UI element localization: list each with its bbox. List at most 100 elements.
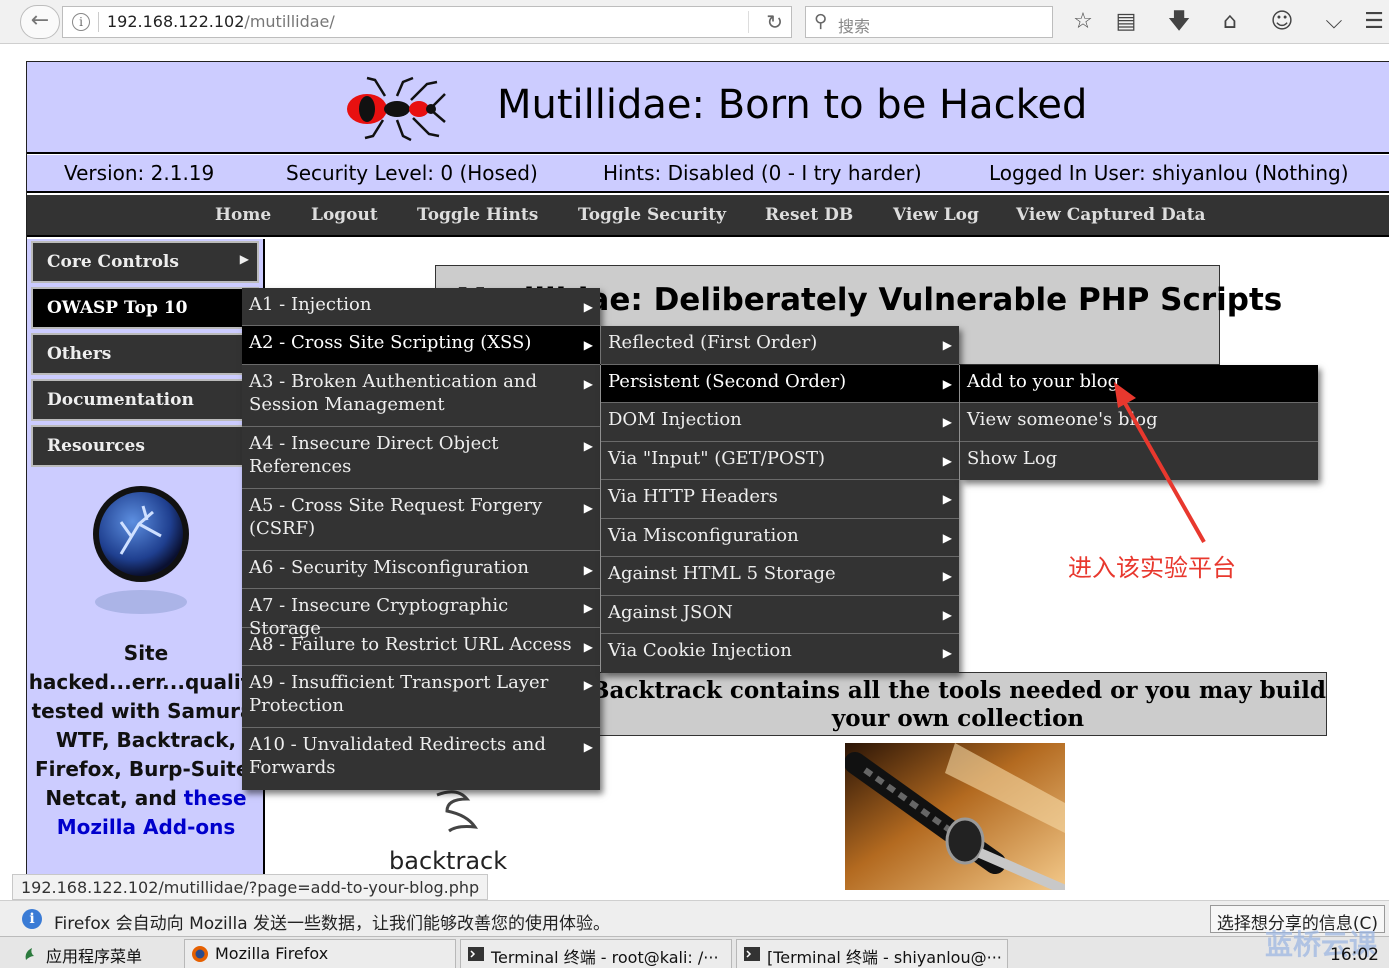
chevron-right-icon: ▶ <box>942 492 952 506</box>
menu-item-http-headers[interactable]: Via HTTP Headers ▶ <box>601 480 959 519</box>
task-terminal-root[interactable]: Terminal 终端 - root@kali: /··· <box>460 939 732 968</box>
katana-image[interactable] <box>845 743 1065 890</box>
menu-item-a3[interactable]: A3 - Broken Authentication and Session M… <box>242 365 600 427</box>
home-icon[interactable]: ⌂ <box>1215 7 1245 37</box>
clock: 16:02 <box>1330 945 1379 965</box>
nav-toggle-security[interactable]: Toggle Security <box>578 205 726 225</box>
apps-menu-button[interactable]: 应用程序菜单 <box>16 939 178 968</box>
ant-logo-icon <box>347 76 446 142</box>
chevron-right-icon: ▶ <box>583 439 593 453</box>
notification-text: Firefox 会自动向 Mozilla 发送一些数据，让我们能够改善您的使用体… <box>54 914 611 934</box>
menu-others[interactable]: Others <box>31 333 259 375</box>
menu-item-via-input-label: Via "Input" (GET/POST) <box>608 448 826 469</box>
menu-item-html5-storage-label: Against HTML 5 Storage <box>608 563 836 584</box>
backtrack-line-1: Backtrack contains all the tools needed … <box>590 677 1326 704</box>
menu-item-misconfiguration[interactable]: Via Misconfiguration ▶ <box>601 519 959 557</box>
menu-item-http-headers-label: Via HTTP Headers <box>608 486 778 507</box>
menu-item-a2[interactable]: A2 - Cross Site Scripting (XSS) ▶ <box>242 326 600 365</box>
menu-item-json[interactable]: Against JSON ▶ <box>601 596 959 634</box>
chevron-right-icon: ▶ <box>942 531 952 545</box>
menu-item-a10-label: A10 - Unvalidated Redirects and Forwards <box>249 734 546 778</box>
task-firefox-label: Mozilla Firefox <box>215 944 329 963</box>
chevron-right-icon: ▶ <box>583 300 593 314</box>
menu-item-via-input[interactable]: Via "Input" (GET/POST) ▶ <box>601 442 959 480</box>
chevron-right-icon: ▶ <box>942 646 952 660</box>
info-icon[interactable]: i <box>72 13 90 31</box>
menu-core-controls[interactable]: Core Controls ▶ <box>31 241 259 283</box>
backtrack-text: Backtrack contains all the tools needed … <box>588 677 1328 733</box>
hacked-line-6-text: Netcat, and <box>45 786 177 810</box>
mozilla-addons-link[interactable]: Mozilla Add-ons <box>57 815 236 839</box>
bookmark-star-icon[interactable]: ☆ <box>1068 7 1098 37</box>
menu-item-dom-injection[interactable]: DOM Injection ▶ <box>601 403 959 442</box>
back-icon[interactable]: ← <box>20 5 60 39</box>
chevron-right-icon: ▶ <box>583 601 593 615</box>
menu-item-persistent[interactable]: Persistent (Second Order) ▶ <box>601 365 959 403</box>
nav-logout[interactable]: Logout <box>311 205 378 225</box>
reload-divider <box>748 11 749 33</box>
chevron-right-icon: ▶ <box>583 678 593 692</box>
menu-item-a6-label: A6 - Security Misconfiguration <box>249 557 529 578</box>
url-text[interactable]: 192.168.122.102/mutillidae/ <box>107 12 335 31</box>
terminal-icon <box>468 947 484 961</box>
menu-item-a9[interactable]: A9 - Insufficient Transport Layer Protec… <box>242 666 600 728</box>
chevron-right-icon: ▶ <box>239 252 249 266</box>
menu-item-a8[interactable]: A8 - Failure to Restrict URL Access ▶ <box>242 628 600 666</box>
menu-documentation[interactable]: Documentation <box>31 379 259 421</box>
menu-item-a6[interactable]: A6 - Security Misconfiguration ▶ <box>242 551 600 589</box>
hacked-line-4: WTF, Backtrack, <box>55 728 237 752</box>
menu-resources[interactable]: Resources <box>31 425 259 467</box>
menu-item-reflected[interactable]: Reflected (First Order) ▶ <box>601 326 959 365</box>
hacked-line-3: tested with Samurai <box>31 699 261 723</box>
apps-menu-label: 应用程序菜单 <box>46 947 143 966</box>
menu-item-persistent-label: Persistent (Second Order) <box>608 371 847 392</box>
hacked-line-2: hacked...err...quality <box>28 670 264 694</box>
site-title: Mutillidae: Born to be Hacked <box>497 82 1088 128</box>
security-level-text: Security Level: 0 (Hosed) <box>286 161 538 185</box>
url-host: 192.168.122.102 <box>107 12 245 31</box>
backtrack-label: backtrack <box>389 847 508 875</box>
menu-item-a1[interactable]: A1 - Injection ▶ <box>242 288 600 326</box>
menu-item-reflected-label: Reflected (First Order) <box>608 332 818 353</box>
owasp-dropdown: A1 - Injection ▶ A2 - Cross Site Scriptin… <box>242 288 600 790</box>
task-firefox[interactable]: Mozilla Firefox <box>184 939 456 968</box>
nav-view-captured-data[interactable]: View Captured Data <box>1016 205 1206 225</box>
reading-list-icon[interactable]: ▤ <box>1111 7 1141 37</box>
menu-owasp-top-10[interactable]: OWASP Top 10 <box>31 287 259 329</box>
chevron-right-icon: ▶ <box>583 501 593 515</box>
search-input[interactable]: ⚲ 搜索 <box>805 6 1053 38</box>
nav-home[interactable]: Home <box>215 205 271 225</box>
chevron-right-icon: ▶ <box>583 563 593 577</box>
xss-submenu: Reflected (First Order) ▶ Persistent (Sec… <box>601 326 959 673</box>
chevron-right-icon: ▶ <box>942 569 952 583</box>
nav-reset-db[interactable]: Reset DB <box>765 205 853 225</box>
menu-item-dom-injection-label: DOM Injection <box>608 409 742 430</box>
menu-item-html5-storage[interactable]: Against HTML 5 Storage ▶ <box>601 557 959 596</box>
owasp-logo-icon <box>93 486 189 614</box>
notification-bar: i Firefox 会自动向 Mozilla 发送一些数据，让我们能够改善您的使… <box>0 900 1389 936</box>
menu-item-a10[interactable]: A10 - Unvalidated Redirects and Forwards… <box>242 728 600 790</box>
download-icon[interactable]: 🡇 <box>1164 7 1194 37</box>
menu-item-a7[interactable]: A7 - Insecure Cryptographic Storage ▶ <box>242 589 600 639</box>
hacked-line-1: Site <box>123 641 169 665</box>
firefox-icon <box>192 946 208 962</box>
menu-core-controls-label: Core Controls <box>47 252 179 272</box>
nav-toggle-hints[interactable]: Toggle Hints <box>417 205 538 225</box>
info-icon: i <box>22 909 42 929</box>
menu-item-a4[interactable]: A4 - Insecure Direct Object References ▶ <box>242 427 600 489</box>
menu-icon[interactable]: ☰ <box>1361 7 1387 37</box>
task-terminal-shiyanlou-label: [Terminal 终端 - shiyanlou@··· <box>767 948 1002 967</box>
url-bar[interactable]: i 192.168.122.102/mutillidae/ ↻ <box>62 6 792 38</box>
task-terminal-shiyanlou[interactable]: [Terminal 终端 - shiyanlou@··· <box>736 939 1008 968</box>
taskbar: 应用程序菜单 Mozilla Firefox Terminal 终端 - roo… <box>0 928 1389 968</box>
menu-item-a5[interactable]: A5 - Cross Site Request Forgery (CSRF) ▶ <box>242 489 600 551</box>
pocket-icon[interactable]: ⌵ <box>1319 7 1349 37</box>
reload-icon[interactable]: ↻ <box>766 10 783 34</box>
menu-item-cookie-injection[interactable]: Via Cookie Injection ▶ <box>601 634 959 673</box>
chevron-right-icon: ▶ <box>942 377 952 391</box>
nav-view-log[interactable]: View Log <box>893 205 979 225</box>
these-link[interactable]: these <box>184 786 247 810</box>
chat-icon[interactable]: ☺ <box>1267 7 1297 37</box>
menu-item-a4-label: A4 - Insecure Direct Object References <box>249 433 499 477</box>
menu-owasp-label: OWASP Top 10 <box>47 298 188 318</box>
